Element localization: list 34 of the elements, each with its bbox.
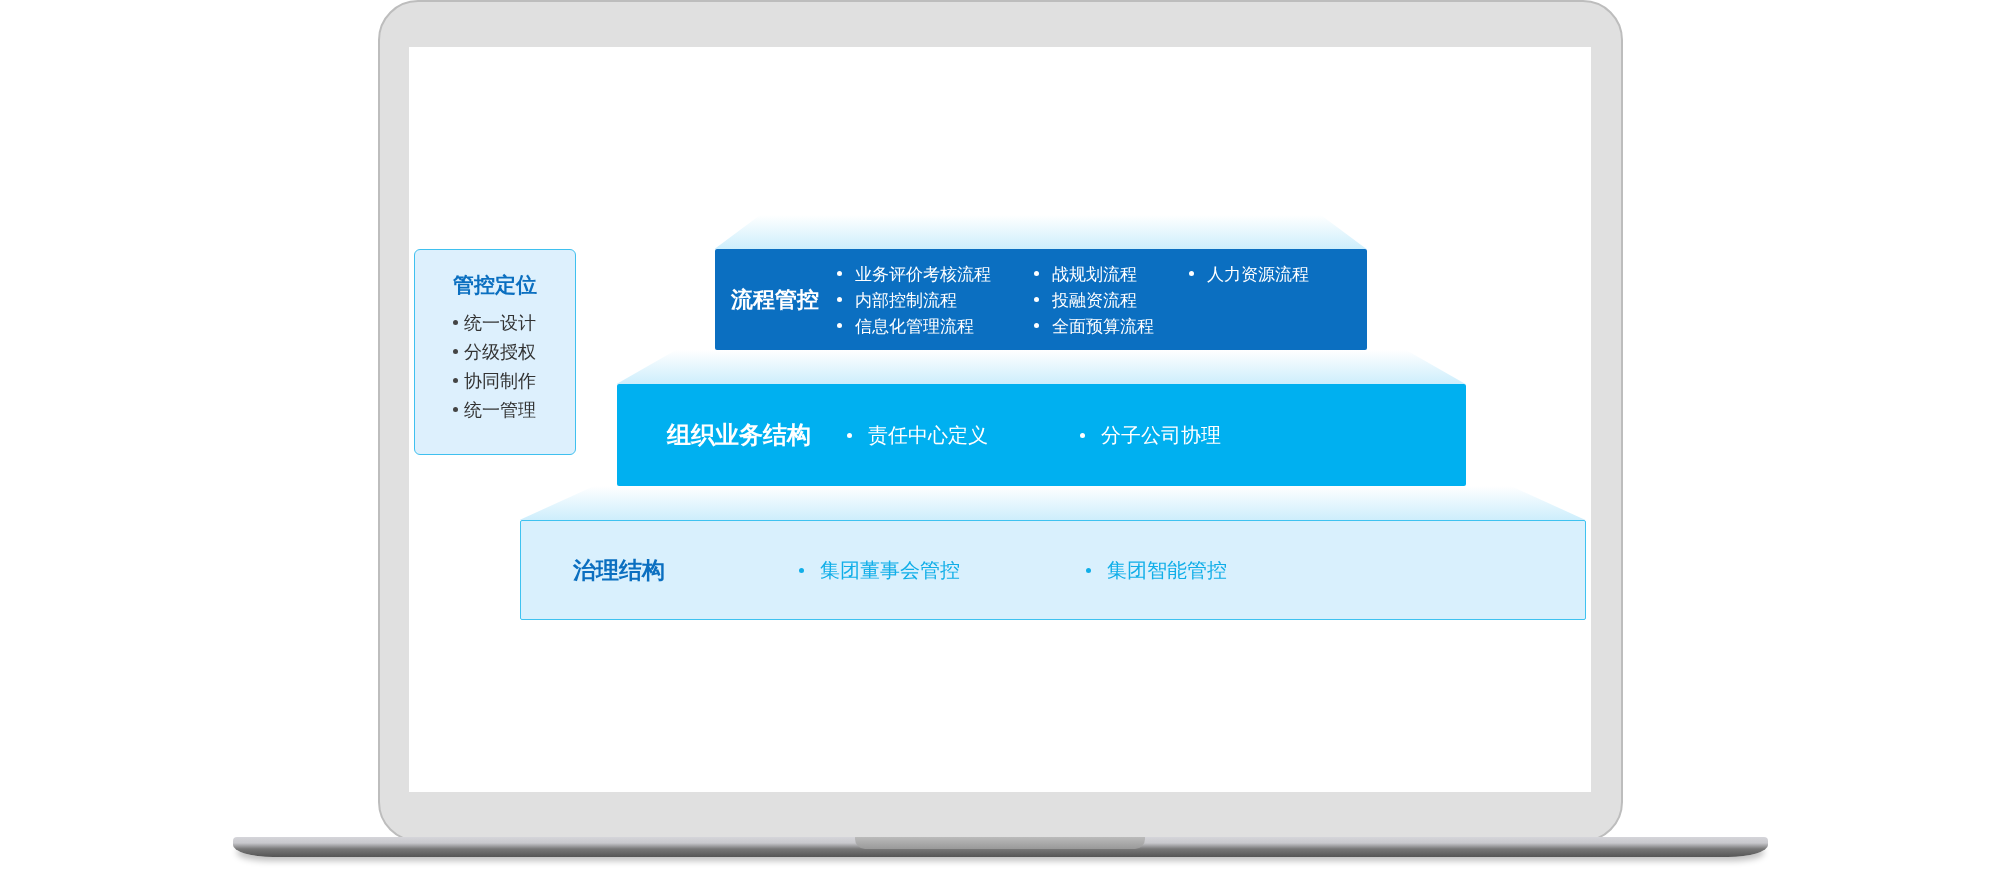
list-item: 人力资源流程 [1206, 262, 1309, 286]
list-item: 信息化管理流程 [854, 314, 974, 338]
list-item: 统一管理 [453, 397, 536, 422]
list-item: 全面预算流程 [1051, 314, 1154, 338]
bullet-icon [1033, 297, 1039, 302]
bullet-icon [1079, 432, 1085, 438]
list-item: 协同制作 [453, 368, 536, 393]
bullet-icon [836, 271, 842, 276]
bullet-icon [1033, 271, 1039, 276]
list-item: 统一设计 [453, 310, 536, 335]
bullet-icon [453, 378, 458, 383]
bullet-icon [836, 297, 842, 302]
list-item: 业务评价考核流程 [854, 262, 991, 286]
bullet-icon [1188, 271, 1194, 276]
bullet-icon [798, 567, 804, 573]
bullet-icon [453, 320, 458, 325]
list-item: 责任中心定义 [867, 422, 988, 449]
bullet-icon [453, 407, 458, 412]
list-item: 内部控制流程 [854, 288, 957, 312]
bullet-icon [453, 349, 458, 354]
box-title: 管控定位 [452, 272, 537, 299]
bullet-icon [1085, 567, 1091, 573]
list-item: 战规划流程 [1051, 262, 1137, 286]
list-item: 集团智能管控 [1106, 557, 1227, 584]
list-item: 投融资流程 [1051, 288, 1137, 312]
list-item: 分子公司协理 [1100, 422, 1221, 449]
tier-title: 组织业务结构 [665, 420, 812, 451]
bullet-icon [1033, 323, 1039, 328]
tier-title: 治理结构 [571, 555, 666, 585]
bullet-icon [846, 432, 852, 438]
list-item: 集团董事会管控 [819, 557, 960, 584]
list-item: 分级授权 [453, 339, 536, 364]
tier-title: 流程管控 [729, 286, 820, 314]
bullet-icon [836, 323, 842, 328]
